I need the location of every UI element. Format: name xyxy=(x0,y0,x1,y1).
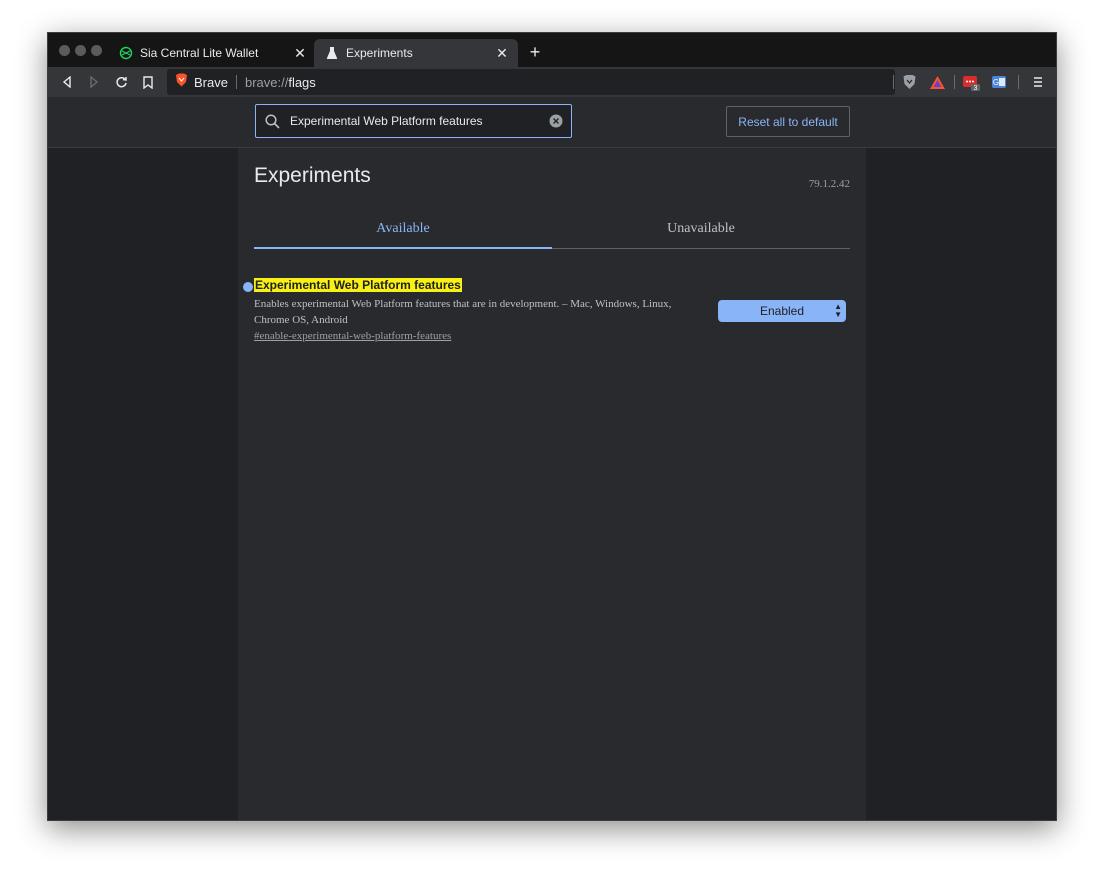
divider xyxy=(893,75,894,89)
brave-shields-icon[interactable] xyxy=(900,73,918,91)
url-path: flags xyxy=(288,74,316,90)
tab-experiments[interactable]: Experiments ✕ xyxy=(314,39,518,67)
flag-title: Experimental Web Platform features xyxy=(254,278,462,292)
bookmark-icon[interactable] xyxy=(139,73,157,91)
url-scheme: brave:// xyxy=(244,74,289,90)
tab-title: Experiments xyxy=(346,46,413,60)
version-label: 79.1.2.42 xyxy=(808,178,850,190)
toolbar: Brave brave:// flags 3 G xyxy=(48,67,1056,97)
reload-icon[interactable] xyxy=(112,73,130,91)
svg-text:G: G xyxy=(993,78,999,87)
brave-lion-icon xyxy=(175,73,188,92)
close-icon[interactable]: ✕ xyxy=(292,45,308,61)
flags-page: Reset all to default Experiments 79.1.2.… xyxy=(48,97,1056,820)
forward-icon[interactable] xyxy=(85,73,103,91)
flag-state-value: Enabled xyxy=(759,304,805,318)
tab-unavailable[interactable]: Unavailable xyxy=(552,210,850,248)
back-icon[interactable] xyxy=(58,73,76,91)
divider xyxy=(1018,75,1019,89)
brave-rewards-icon[interactable] xyxy=(928,73,946,91)
search-input[interactable] xyxy=(288,113,549,129)
search-field[interactable] xyxy=(255,104,572,138)
maximize-window-button[interactable] xyxy=(91,45,102,56)
main-content: Experiments 79.1.2.42 Available Unavaila… xyxy=(238,148,866,820)
search-icon xyxy=(265,113,280,129)
page-title: Experiments xyxy=(254,164,371,187)
new-tab-button[interactable]: + xyxy=(526,43,544,61)
tab-strip: Sia Central Lite Wallet ✕ Experiments ✕ … xyxy=(48,33,1056,67)
address-bar[interactable]: Brave brave:// flags xyxy=(167,69,895,95)
browser-window: Sia Central Lite Wallet ✕ Experiments ✕ … xyxy=(47,32,1057,821)
flag-permalink[interactable]: #enable-experimental-web-platform-featur… xyxy=(254,330,451,342)
clear-search-icon[interactable] xyxy=(549,114,563,128)
sia-icon xyxy=(118,45,134,61)
close-icon[interactable]: ✕ xyxy=(494,45,510,61)
minimize-window-button[interactable] xyxy=(75,45,86,56)
flag-modified-indicator xyxy=(243,282,253,292)
experiment-tabs: Available Unavailable xyxy=(254,210,850,249)
divider xyxy=(954,75,955,89)
select-arrows-icon: ▲ ▼ xyxy=(834,302,842,319)
extension-icon[interactable]: 3 xyxy=(962,73,980,91)
tab-title: Sia Central Lite Wallet xyxy=(140,46,259,60)
tab-sia-central-lite-wallet[interactable]: Sia Central Lite Wallet ✕ xyxy=(108,39,316,67)
close-window-button[interactable] xyxy=(59,45,70,56)
tab-available[interactable]: Available xyxy=(254,210,552,249)
page-header: Reset all to default xyxy=(48,97,1056,148)
flag-state-select[interactable]: Enabled ▲ ▼ xyxy=(718,300,846,322)
translate-icon[interactable]: G xyxy=(990,73,1008,91)
extension-badge: 3 xyxy=(974,85,978,91)
flag-description: Enables experimental Web Platform featur… xyxy=(254,298,672,326)
divider xyxy=(235,75,237,89)
brand-label: Brave xyxy=(194,74,228,90)
menu-icon[interactable] xyxy=(1029,73,1047,91)
reset-all-button[interactable]: Reset all to default xyxy=(726,106,850,137)
flask-icon xyxy=(324,45,340,61)
